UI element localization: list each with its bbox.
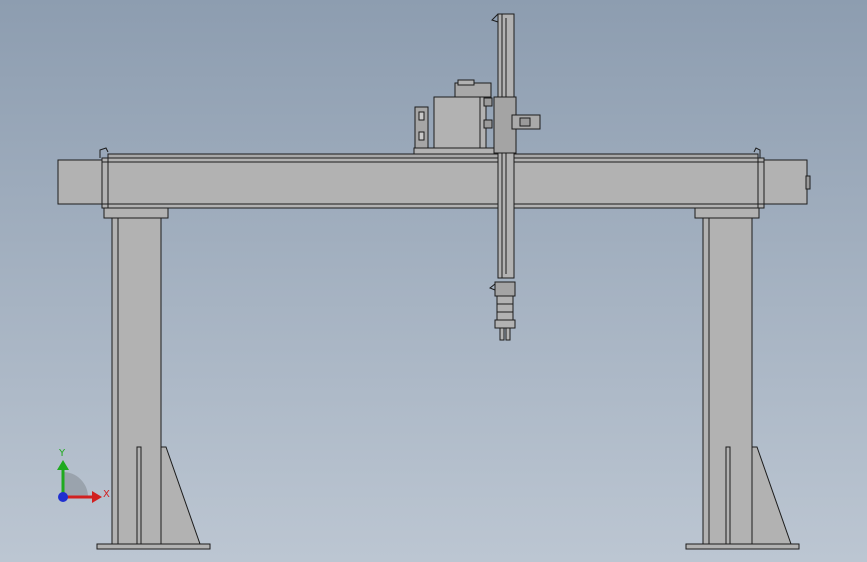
- x-axis-carriage[interactable]: [413, 79, 495, 155]
- gripper-flange: [494, 319, 516, 329]
- gripper-finger-right: [505, 327, 511, 341]
- view-orientation-triad[interactable]: Y X: [57, 448, 110, 503]
- carriage-base-plate: [413, 147, 495, 155]
- cad-graphics-viewport[interactable]: Y X: [0, 0, 867, 562]
- left-leg-top-plate: [103, 207, 169, 219]
- triad-x-label: X: [103, 489, 110, 500]
- triad-y-arrow-icon: [57, 460, 69, 470]
- beam-right-end-cap: [805, 175, 811, 190]
- left-leg[interactable]: [96, 207, 211, 550]
- z-axis-bottom-bracket: [489, 283, 496, 291]
- left-leg-stiffener-slot: [136, 446, 142, 545]
- gantry-robot-model[interactable]: Y X: [0, 0, 867, 562]
- triad-rotation-arc: [63, 472, 88, 497]
- horizontal-beam[interactable]: [57, 147, 811, 209]
- carriage-top-motor-cap: [457, 79, 475, 86]
- triad-z-axis-dot: [58, 492, 68, 502]
- end-effector[interactable]: [494, 295, 516, 341]
- right-leg-gusset: [751, 446, 792, 545]
- left-leg-base-plate: [96, 543, 211, 550]
- left-leg-gusset: [160, 446, 201, 545]
- right-leg-stiffener-slot: [725, 446, 731, 545]
- beam-rail: [107, 153, 759, 159]
- carriage-side-connector: [483, 97, 493, 107]
- carriage-side-connector-2: [483, 119, 493, 129]
- beam-right-end-block: [763, 159, 808, 205]
- gripper-body: [496, 295, 514, 321]
- beam-body: [101, 157, 765, 209]
- carriage-motor-housing: [433, 96, 487, 149]
- beam-left-limit-bracket: [99, 147, 109, 158]
- right-leg[interactable]: [685, 207, 800, 550]
- beam-left-end-block: [57, 159, 104, 205]
- gripper-finger-left: [499, 327, 505, 341]
- right-leg-top-plate: [694, 207, 760, 219]
- z-axis-top-bracket: [491, 13, 499, 23]
- carriage-small-motor-window-2: [418, 131, 425, 141]
- right-leg-base-plate: [685, 543, 800, 550]
- triad-x-arrow-icon: [92, 491, 102, 503]
- triad-y-label: Y: [58, 448, 66, 459]
- carriage-small-motor-window: [418, 111, 425, 121]
- z-axis-lower-carriage: [494, 281, 516, 297]
- z-axis-side-motor-cap: [519, 117, 531, 127]
